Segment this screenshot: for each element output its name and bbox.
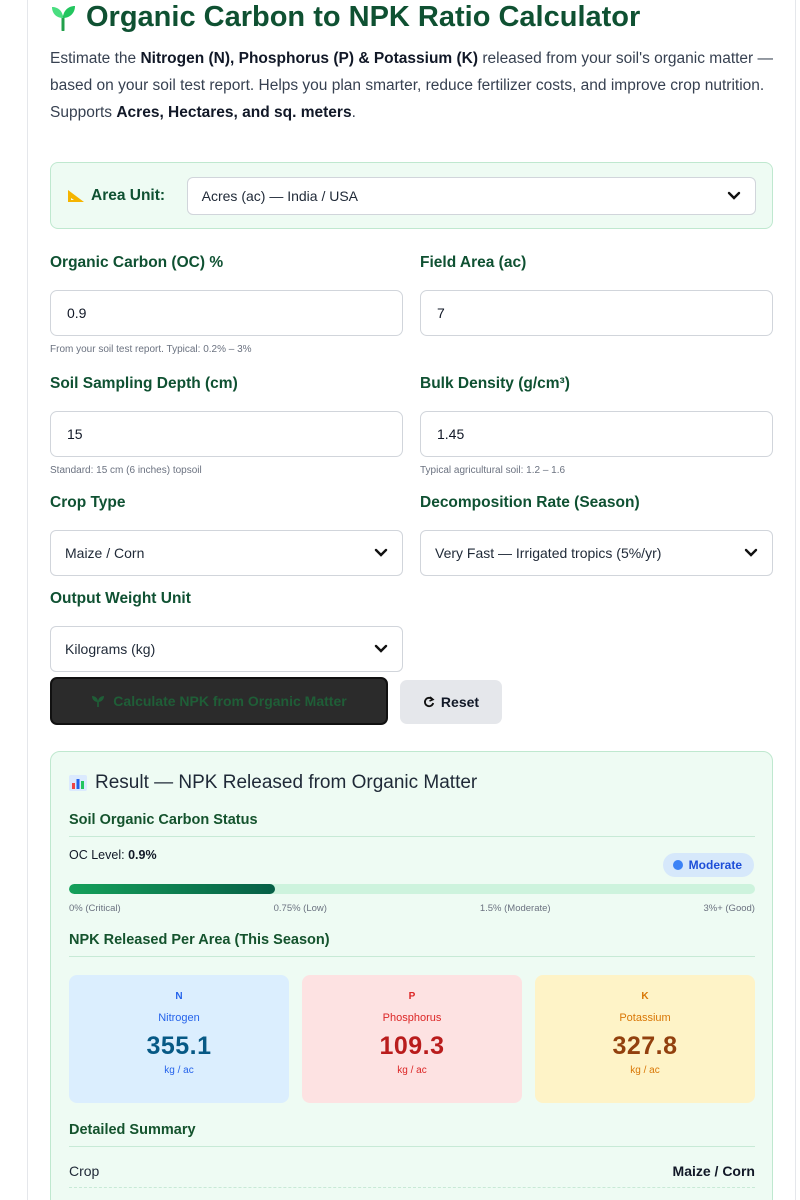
summary-crop-label: Crop — [69, 1162, 100, 1179]
result-panel: Result — NPK Released from Organic Matte… — [50, 751, 773, 1200]
oc-input[interactable]: 0.9 — [50, 290, 403, 336]
decomp-field: Decomposition Rate (Season) Very Fast — … — [420, 492, 773, 576]
title-text: Organic Carbon to NPK Ratio Calculator — [86, 0, 641, 33]
weight-select[interactable]: Kilograms (kg) — [50, 626, 403, 672]
npk-heading: NPK Released Per Area (This Season) — [69, 932, 755, 957]
chevron-down-icon — [727, 191, 741, 200]
depth-label: Soil Sampling Depth (cm) — [50, 375, 238, 392]
triangle-ruler-icon — [68, 189, 84, 202]
oc-level-text: OC Level: 0.9% — [69, 848, 157, 862]
area-unit-panel: Area Unit: Acres (ac) — India / USA — [50, 162, 773, 229]
oc-scale-ticks: 0% (Critical) 0.75% (Low) 1.5% (Moderate… — [69, 903, 755, 914]
area-input[interactable]: 7 — [420, 290, 773, 336]
seedling-icon — [92, 696, 105, 707]
oc-label: Organic Carbon (OC) % — [50, 254, 224, 271]
calculate-button[interactable]: Calculate NPK from Organic Matter — [50, 677, 388, 725]
refresh-icon — [424, 696, 435, 708]
chevron-down-icon — [374, 548, 388, 557]
area-unit-select[interactable]: Acres (ac) — India / USA — [186, 176, 756, 215]
reset-button[interactable]: Reset — [400, 680, 502, 724]
depth-input[interactable]: 15 — [50, 411, 403, 457]
summary-crop-value: Maize / Corn — [672, 1162, 755, 1179]
phosphorus-value: 109.3 — [379, 1032, 445, 1060]
crop-label: Crop Type — [50, 494, 126, 511]
oc-progress-bar — [69, 884, 755, 894]
calculate-label: Calculate NPK from Organic Matter — [113, 693, 347, 709]
oc-hint: From your soil test report. Typical: 0.2… — [50, 344, 252, 355]
intro-text: Estimate the Nitrogen (N), Phosphorus (P… — [50, 50, 774, 121]
result-title: Result — NPK Released from Organic Matte… — [69, 772, 477, 794]
tick-label: 1.5% (Moderate) — [479, 903, 551, 914]
tick-label: 3%+ (Good) — [703, 903, 755, 914]
depth-hint: Standard: 15 cm (6 inches) topsoil — [50, 465, 202, 476]
tick-label: 0% (Critical) — [69, 903, 121, 914]
sprout-icon — [52, 6, 75, 31]
npk-cards: N Nitrogen 355.1 kg / ac P Phosphorus 10… — [69, 975, 755, 1103]
crop-field: Crop Type Maize / Corn — [50, 492, 403, 576]
potassium-value: 327.8 — [612, 1032, 678, 1060]
density-label: Bulk Density (g/cm³) — [420, 375, 570, 392]
summary-heading: Detailed Summary — [69, 1122, 755, 1147]
page-title: Organic Carbon to NPK Ratio Calculator — [50, 0, 640, 34]
tick-label: 0.75% (Low) — [273, 903, 327, 914]
potassium-card: K Potassium 327.8 kg / ac — [535, 975, 755, 1103]
depth-field: Soil Sampling Depth (cm) 15 Standard: 15… — [50, 373, 403, 476]
area-field: Field Area (ac) 7 — [420, 252, 773, 336]
nitrogen-value: 355.1 — [146, 1032, 212, 1060]
weight-label: Output Weight Unit — [50, 590, 191, 607]
crop-select[interactable]: Maize / Corn — [50, 530, 403, 576]
oc-status-heading: Soil Organic Carbon Status — [69, 812, 755, 837]
density-field: Bulk Density (g/cm³) 1.45 Typical agricu… — [420, 373, 773, 476]
oc-progress-fill — [69, 884, 275, 894]
decomp-select[interactable]: Very Fast — Irrigated tropics (5%/yr) — [420, 530, 773, 576]
density-input[interactable]: 1.45 — [420, 411, 773, 457]
weight-field: Output Weight Unit Kilograms (kg) — [50, 588, 403, 672]
reset-label: Reset — [440, 694, 480, 710]
summary-row-crop: Crop Maize / Corn — [69, 1154, 755, 1188]
oc-field: Organic Carbon (OC) % 0.9 From your soil… — [50, 252, 403, 355]
phosphorus-card: P Phosphorus 109.3 kg / ac — [302, 975, 522, 1103]
chevron-down-icon — [744, 548, 758, 557]
bar-chart-icon — [69, 775, 87, 791]
area-unit-label: Area Unit: — [67, 187, 187, 205]
density-hint: Typical agricultural soil: 1.2 – 1.6 — [420, 465, 566, 476]
chevron-down-icon — [374, 644, 388, 653]
nitrogen-card: N Nitrogen 355.1 kg / ac — [69, 975, 289, 1103]
decomp-label: Decomposition Rate (Season) — [420, 494, 640, 511]
status-badge: Moderate — [662, 853, 754, 877]
area-label: Field Area (ac) — [420, 254, 527, 271]
status-dot-icon — [672, 860, 683, 870]
